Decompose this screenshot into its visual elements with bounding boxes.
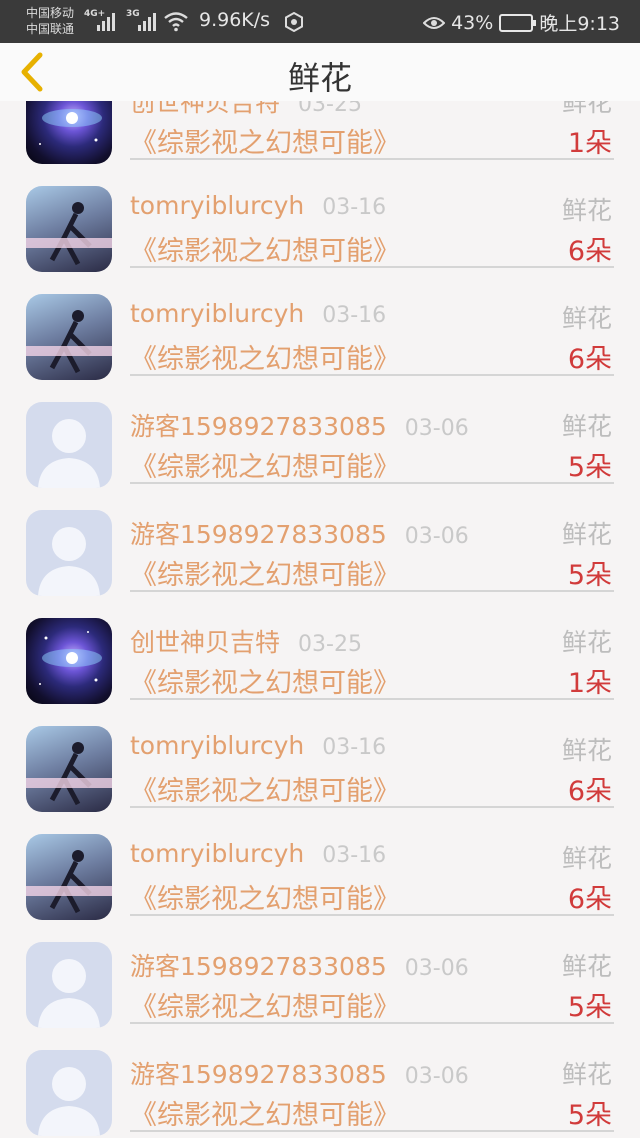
gift-count: 1朵 [567, 668, 612, 699]
dancer-avatar-image [26, 310, 112, 374]
date-label: 03-06 [404, 1064, 469, 1089]
carrier-labels: 中国移动 中国联通 [26, 5, 74, 37]
dancer-avatar-image [26, 742, 112, 806]
book-title-link[interactable]: 《综影视之幻想可能》 [130, 229, 400, 268]
book-title-link[interactable]: 《综影视之幻想可能》 [130, 445, 400, 484]
gift-type-label: 鲜花 [561, 844, 612, 873]
avatar[interactable] [26, 294, 112, 380]
signal-icon [97, 13, 115, 31]
app-notification-icon [285, 12, 303, 32]
dancer-avatar-image [26, 202, 112, 266]
list-item[interactable]: tomryiblurcyh 03-16 《综影视之幻想可能》 鲜花 6朵 [0, 807, 640, 920]
carrier-1: 中国移动 [26, 6, 75, 20]
eye-icon [423, 16, 446, 29]
book-title-link[interactable]: 《综影视之幻想可能》 [130, 661, 400, 700]
book-title-link[interactable]: 《综影视之幻想可能》 [130, 877, 400, 916]
list-item[interactable]: 游客1598927833085 03-06 《综影视之幻想可能》 鲜花 5朵 [0, 1023, 640, 1136]
default-avatar-icon [38, 959, 100, 1028]
book-title-link[interactable]: 《综影视之幻想可能》 [130, 769, 400, 808]
date-label: 03-06 [404, 524, 469, 549]
gift-count: 6朵 [567, 236, 612, 267]
date-label: 03-16 [322, 735, 387, 760]
list-item[interactable]: tomryiblurcyh 03-16 《综影视之幻想可能》 鲜花 6朵 [0, 267, 640, 380]
wifi-icon [164, 12, 188, 32]
gift-type-label: 鲜花 [561, 628, 612, 657]
book-title-link[interactable]: 《综影视之幻想可能》 [130, 1093, 400, 1132]
gift-count: 5朵 [567, 992, 612, 1023]
gift-type-label: 鲜花 [561, 736, 612, 765]
list-item[interactable]: tomryiblurcyh 03-16 《综影视之幻想可能》 鲜花 6朵 [0, 159, 640, 272]
user-name[interactable]: 游客1598927833085 [130, 952, 387, 981]
gift-count: 6朵 [567, 344, 612, 375]
avatar[interactable] [26, 510, 112, 596]
book-title-link[interactable]: 《综影视之幻想可能》 [130, 121, 400, 160]
header-bar: 鲜花 [0, 43, 640, 101]
page-title: 鲜花 [287, 59, 352, 97]
battery-icon [499, 13, 537, 32]
date-label: 03-25 [298, 632, 362, 657]
user-name[interactable]: tomryiblurcyh [130, 299, 304, 328]
user-name[interactable]: 游客1598927833085 [130, 412, 387, 441]
list-item[interactable]: 游客1598927833085 03-06 《综影视之幻想可能》 鲜花 5朵 [0, 483, 640, 596]
default-avatar-icon [38, 419, 100, 488]
date-label: 03-16 [322, 303, 387, 328]
network-speed: 9.96K/s [199, 9, 271, 31]
list-item[interactable]: 游客1598927833085 03-06 《综影视之幻想可能》 鲜花 5朵 [0, 375, 640, 488]
book-title-link[interactable]: 《综影视之幻想可能》 [130, 553, 400, 592]
user-name[interactable]: 创世神贝吉特 [130, 628, 280, 657]
gift-type-label: 鲜花 [561, 1060, 612, 1089]
avatar[interactable] [26, 186, 112, 272]
user-name[interactable]: 游客1598927833085 [130, 1060, 387, 1089]
avatar[interactable] [26, 726, 112, 812]
gift-count: 6朵 [567, 776, 612, 807]
default-avatar-icon [38, 527, 100, 596]
list-item[interactable]: 游客1598927833085 03-06 《综影视之幻想可能》 鲜花 5朵 [0, 915, 640, 1028]
avatar[interactable] [26, 618, 112, 704]
status-bar: 中国移动 中国联通 4G+ 3G 9.96K/s 43% 晚上9:13 [0, 0, 640, 43]
carrier-2: 中国联通 [26, 22, 75, 36]
dancer-avatar-image [26, 850, 112, 914]
gift-type-label: 鲜花 [561, 520, 612, 549]
gift-count: 5朵 [567, 452, 612, 483]
avatar[interactable] [26, 942, 112, 1028]
divider [130, 1130, 614, 1132]
user-name[interactable]: 游客1598927833085 [130, 520, 387, 549]
date-label: 03-06 [404, 956, 469, 981]
date-label: 03-16 [322, 843, 387, 868]
avatar[interactable] [26, 834, 112, 920]
book-title-link[interactable]: 《综影视之幻想可能》 [130, 985, 400, 1024]
gift-count: 6朵 [567, 884, 612, 915]
user-name[interactable]: tomryiblurcyh [130, 839, 304, 868]
gift-type-label: 鲜花 [561, 412, 612, 441]
list-item[interactable]: 创世神贝吉特 03-25 《综影视之幻想可能》 鲜花 1朵 [0, 591, 640, 704]
user-name[interactable]: tomryiblurcyh [130, 191, 304, 220]
avatar[interactable] [26, 402, 112, 488]
user-name[interactable]: tomryiblurcyh [130, 731, 304, 760]
gift-count: 1朵 [567, 128, 612, 159]
signal-icon [138, 13, 156, 31]
default-avatar-icon [38, 1067, 100, 1136]
gift-type-label: 鲜花 [561, 196, 612, 225]
gift-count: 5朵 [567, 560, 612, 591]
status-right: 43% 晚上9:13 [423, 9, 620, 36]
clock: 晚上9:13 [539, 13, 620, 35]
gift-list: 创世神贝吉特 03-25 《综影视之幻想可能》 鲜花 1朵 tomryiblurc… [0, 51, 640, 1136]
battery-percent: 43% [451, 11, 494, 34]
gift-count: 5朵 [567, 1100, 612, 1131]
list-item[interactable]: tomryiblurcyh 03-16 《综影视之幻想可能》 鲜花 6朵 [0, 699, 640, 812]
date-label: 03-16 [322, 195, 387, 220]
gift-type-label: 鲜花 [561, 952, 612, 981]
date-label: 03-06 [404, 416, 469, 441]
gift-type-label: 鲜花 [561, 304, 612, 333]
galaxy-avatar-image [39, 631, 102, 685]
avatar[interactable] [26, 1050, 112, 1136]
book-title-link[interactable]: 《综影视之幻想可能》 [130, 337, 400, 376]
